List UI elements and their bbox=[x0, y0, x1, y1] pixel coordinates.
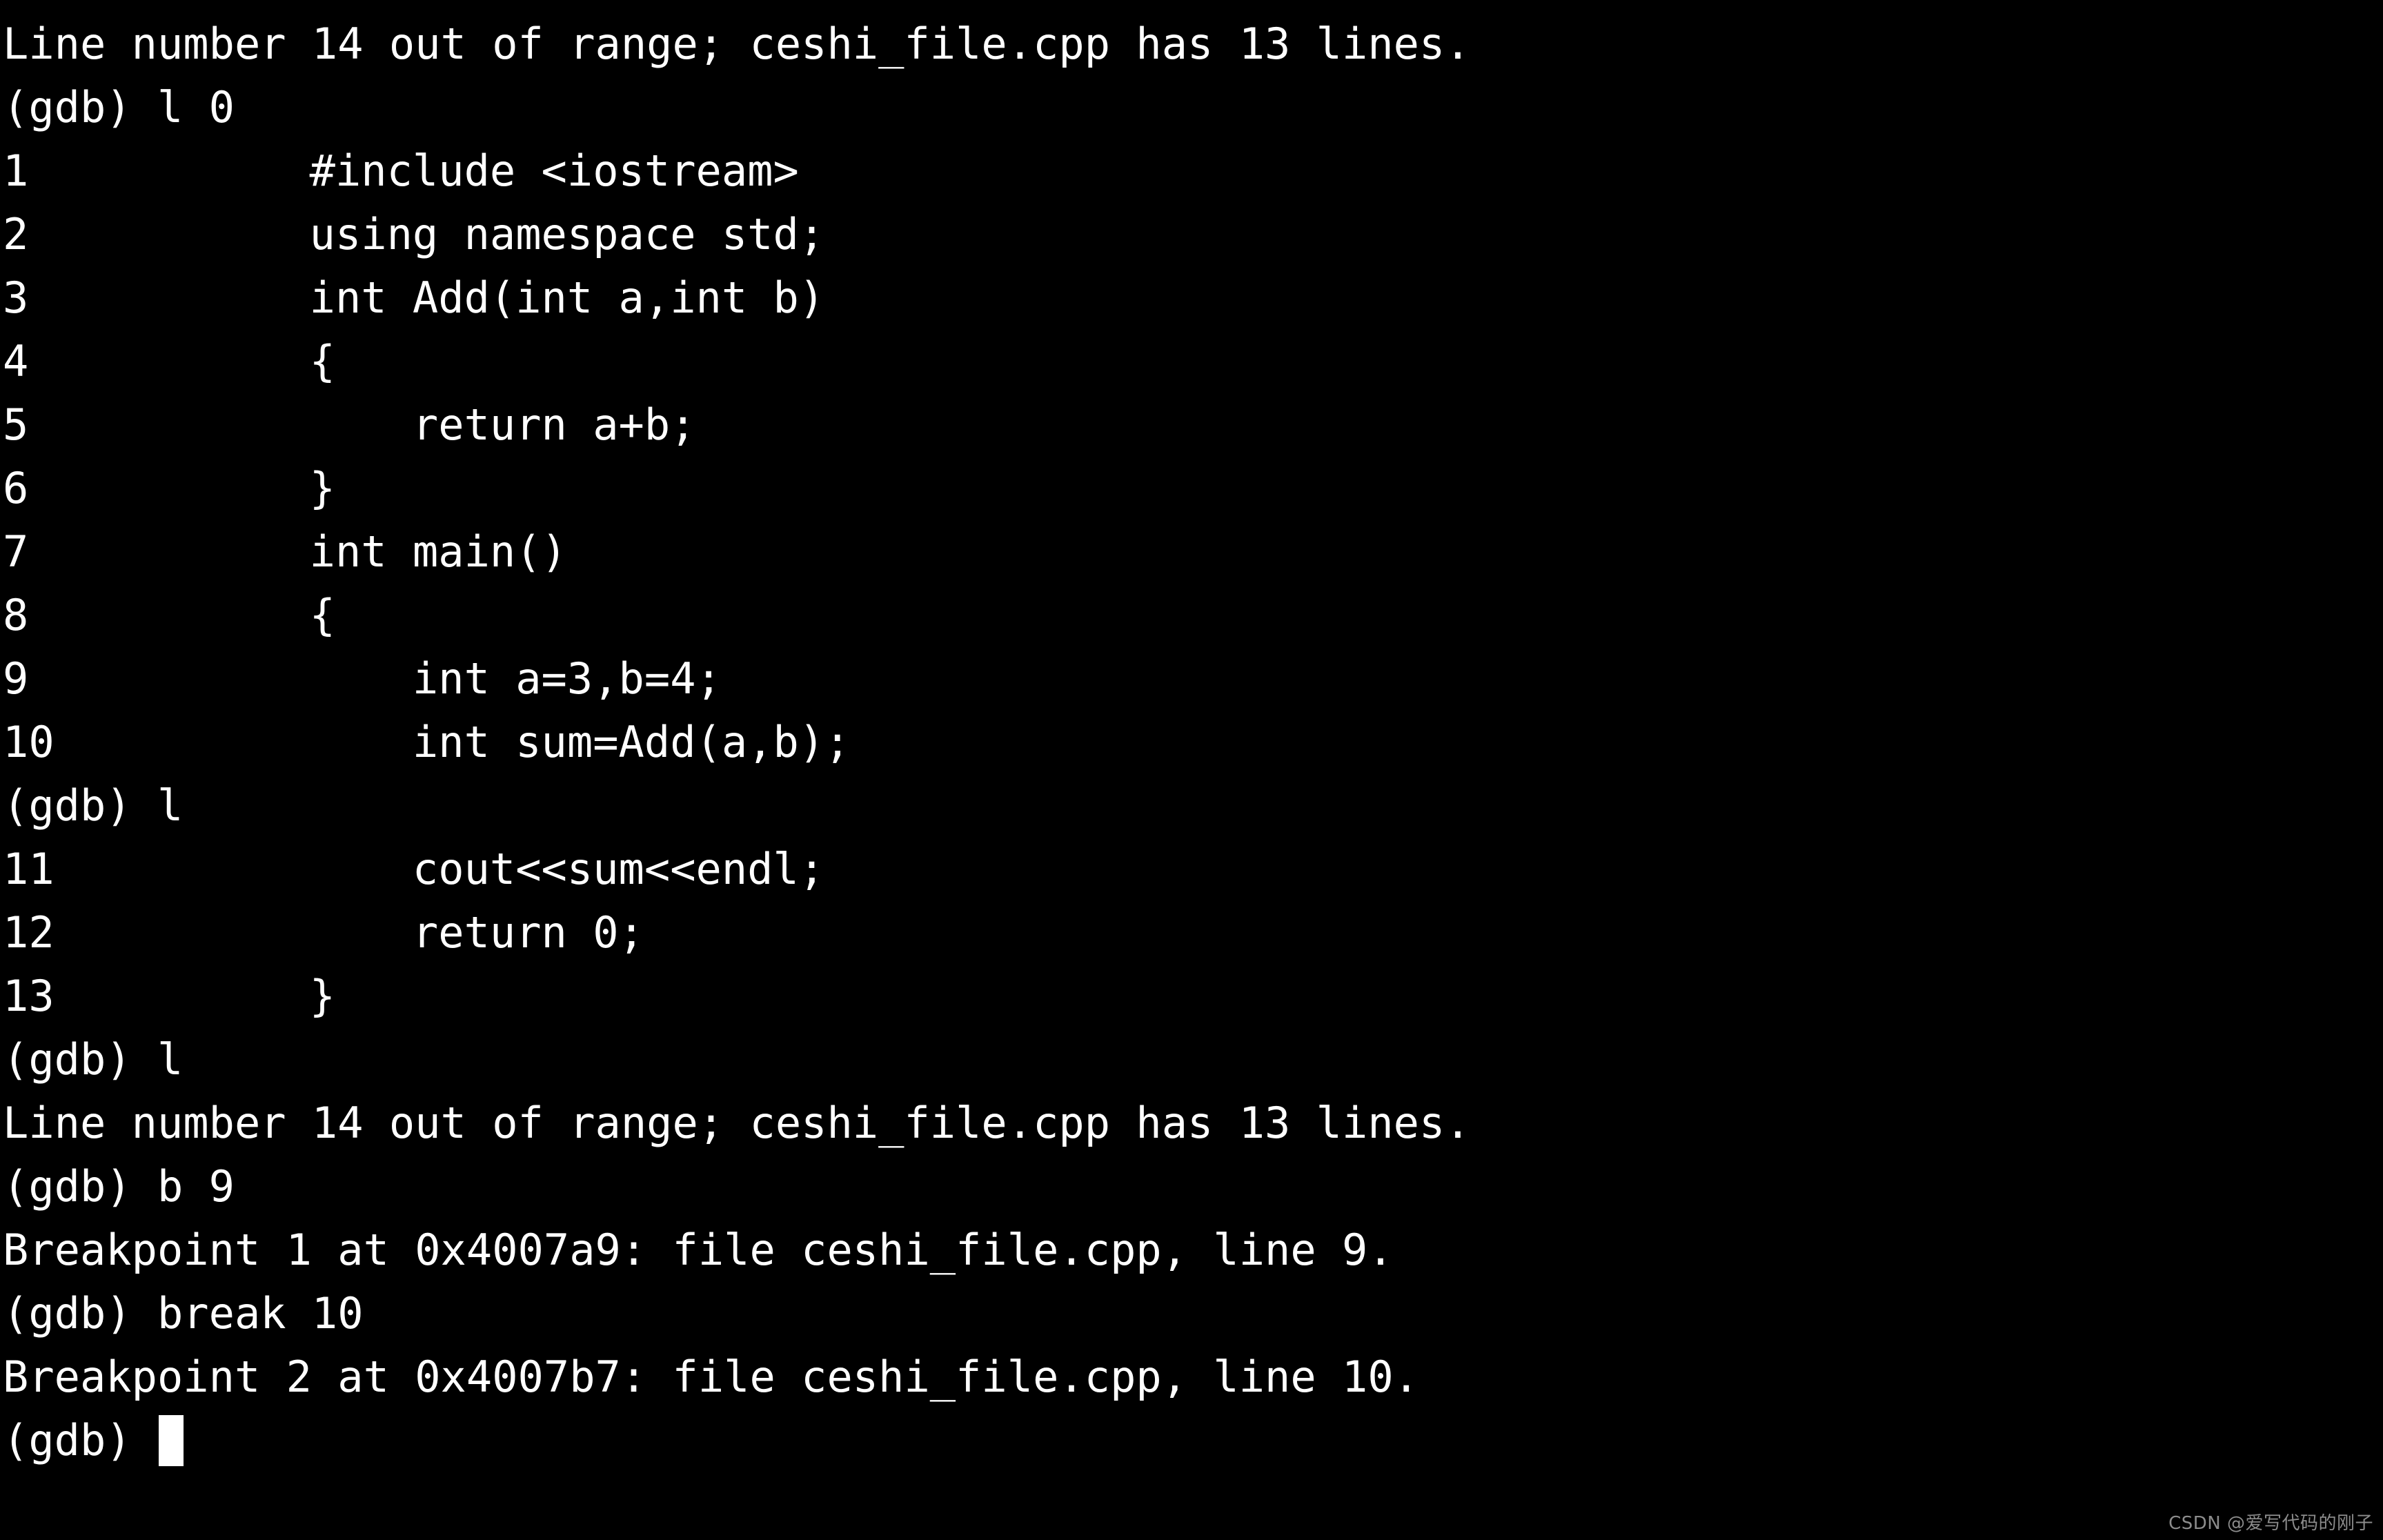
gdb-message-text: Line number 14 out of range; ceshi_file.… bbox=[3, 1098, 1471, 1148]
source-line-number: 7 bbox=[3, 526, 29, 577]
source-line-number: 10 bbox=[3, 717, 55, 767]
source-line-number: 13 bbox=[3, 971, 55, 1021]
text-cursor[interactable] bbox=[158, 1415, 184, 1466]
source-line-number: 11 bbox=[3, 844, 55, 894]
source-line-code: return a+b; bbox=[103, 399, 696, 450]
source-listing-line: 5 return a+b; bbox=[3, 393, 2383, 457]
source-line-code: int sum=Add(a,b); bbox=[103, 717, 851, 767]
source-line-number: 6 bbox=[3, 463, 29, 513]
gdb-message-text: Breakpoint 2 at 0x4007b7: file ceshi_fil… bbox=[3, 1352, 1419, 1402]
gdb-prompt-line: (gdb) break 10 bbox=[3, 1282, 2383, 1345]
gdb-prompt-line: (gdb) l 0 bbox=[3, 76, 2383, 139]
gdb-prompt-line-active: (gdb) bbox=[3, 1409, 2383, 1472]
source-line-number: 5 bbox=[3, 399, 29, 450]
gdb-prompt-text: (gdb) bbox=[3, 1415, 157, 1465]
source-line-code: } bbox=[103, 463, 335, 513]
gdb-message-text: Breakpoint 1 at 0x4007a9: file ceshi_fil… bbox=[3, 1225, 1394, 1275]
source-listing-line: 7 int main() bbox=[3, 520, 2383, 584]
gdb-command-text: (gdb) l bbox=[3, 780, 184, 831]
source-line-code: int Add(int a,int b) bbox=[103, 273, 825, 323]
source-listing-line: 13 } bbox=[3, 965, 2383, 1028]
source-line-code: #include <iostream> bbox=[103, 146, 799, 196]
source-listing-line: 12 return 0; bbox=[3, 901, 2383, 965]
source-line-code: int main() bbox=[103, 526, 567, 577]
gdb-command-text: (gdb) b 9 bbox=[3, 1161, 235, 1212]
source-listing-line: 2 using namespace std; bbox=[3, 203, 2383, 266]
gdb-message-line: Line number 14 out of range; ceshi_file.… bbox=[3, 1092, 2383, 1155]
source-listing-line: 6 } bbox=[3, 457, 2383, 520]
source-line-number: 4 bbox=[3, 336, 29, 386]
source-line-number: 9 bbox=[3, 653, 29, 704]
source-listing-line: 1 #include <iostream> bbox=[3, 139, 2383, 203]
source-listing-line: 4 { bbox=[3, 330, 2383, 393]
source-line-code: using namespace std; bbox=[103, 209, 825, 259]
source-line-code: } bbox=[103, 971, 335, 1021]
source-listing-line: 8 { bbox=[3, 584, 2383, 647]
source-line-number: 8 bbox=[3, 590, 29, 640]
gdb-command-text: (gdb) l bbox=[3, 1034, 184, 1085]
gdb-message-line: Breakpoint 2 at 0x4007b7: file ceshi_fil… bbox=[3, 1345, 2383, 1409]
source-line-code: { bbox=[103, 590, 335, 640]
gdb-message-line: Breakpoint 1 at 0x4007a9: file ceshi_fil… bbox=[3, 1218, 2383, 1282]
source-line-number: 3 bbox=[3, 273, 29, 323]
gdb-command-text: (gdb) l 0 bbox=[3, 82, 235, 132]
gdb-command-text: (gdb) break 10 bbox=[3, 1288, 364, 1339]
source-line-code: int a=3,b=4; bbox=[103, 653, 722, 704]
source-line-code: cout<<sum<<endl; bbox=[103, 844, 825, 894]
source-line-number: 12 bbox=[3, 907, 55, 958]
source-listing-line: 10 int sum=Add(a,b); bbox=[3, 711, 2383, 774]
gdb-prompt-line: (gdb) l bbox=[3, 774, 2383, 838]
source-listing-line: 9 int a=3,b=4; bbox=[3, 647, 2383, 711]
terminal-window[interactable]: Line number 14 out of range; ceshi_file.… bbox=[0, 0, 2383, 1540]
source-listing-line: 3 int Add(int a,int b) bbox=[3, 266, 2383, 330]
gdb-message-text: Line number 14 out of range; ceshi_file.… bbox=[3, 19, 1471, 69]
source-listing-line: 11 cout<<sum<<endl; bbox=[3, 838, 2383, 901]
gdb-prompt-line: (gdb) b 9 bbox=[3, 1155, 2383, 1218]
gdb-message-line: Line number 14 out of range; ceshi_file.… bbox=[3, 12, 2383, 76]
csdn-watermark: CSDN @爱写代码的刚子 bbox=[2168, 1513, 2373, 1534]
gdb-prompt-line: (gdb) l bbox=[3, 1028, 2383, 1092]
source-line-code: return 0; bbox=[103, 907, 644, 958]
source-line-code: { bbox=[103, 336, 335, 386]
source-line-number: 1 bbox=[3, 146, 29, 196]
terminal-output: Line number 14 out of range; ceshi_file.… bbox=[3, 12, 2383, 1472]
source-line-number: 2 bbox=[3, 209, 29, 259]
